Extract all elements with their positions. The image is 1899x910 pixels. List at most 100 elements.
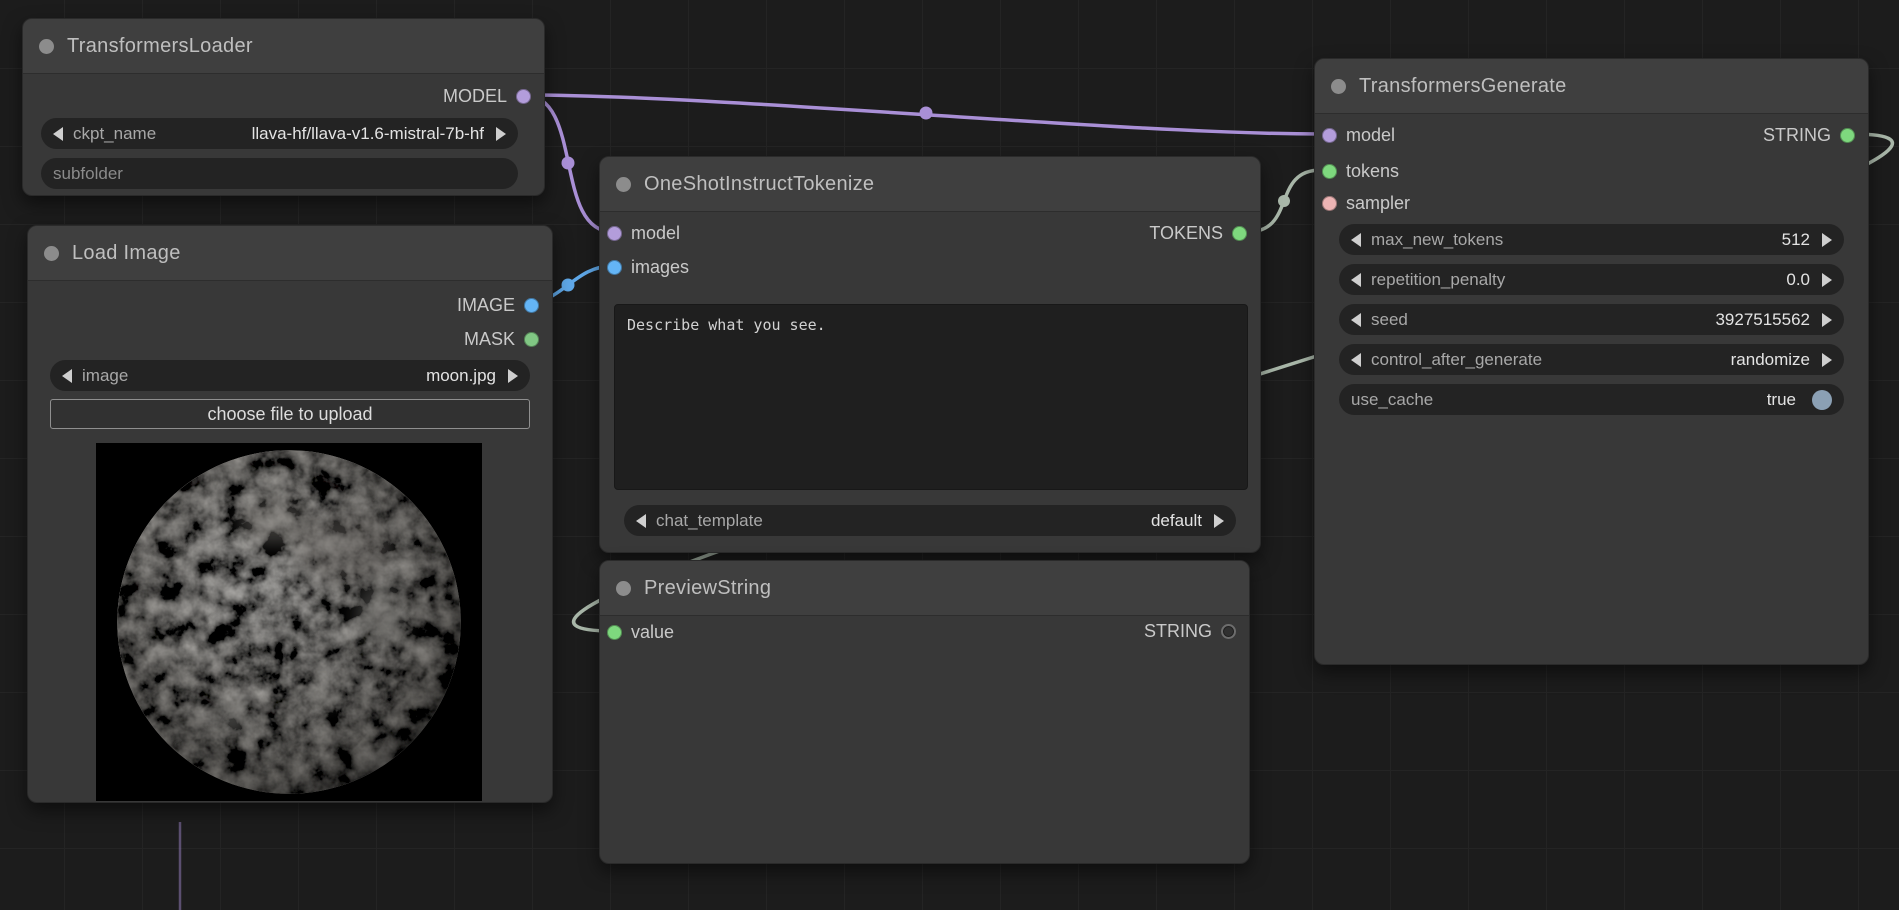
widget-label: control_after_generate [1371, 350, 1542, 370]
output-slot-label: STRING [1763, 125, 1831, 146]
image-preview [96, 443, 482, 801]
tokens-output-port-icon[interactable] [1232, 226, 1247, 241]
widget-control-after-generate[interactable]: control_after_generate randomize [1339, 344, 1844, 375]
number-decrement-icon[interactable] [1351, 273, 1361, 287]
widget-label: ckpt_name [73, 124, 156, 144]
tokens-input-port-icon[interactable] [1322, 164, 1337, 179]
model-output-port-icon[interactable] [516, 89, 531, 104]
node-graph-canvas[interactable]: TransformersLoader MODEL ckpt_name llava… [0, 0, 1899, 910]
widget-value: 512 [1782, 230, 1810, 250]
combo-right-arrow-icon[interactable] [1822, 353, 1832, 367]
mask-output-port-icon[interactable] [524, 332, 539, 347]
prompt-textarea[interactable]: Describe what you see. [614, 304, 1248, 490]
images-input-port-icon[interactable] [607, 260, 622, 275]
widget-label: image [82, 366, 128, 386]
input-slot-images[interactable]: images [607, 256, 689, 278]
output-slot-string[interactable]: STRING [1763, 124, 1855, 146]
string-output-port-icon[interactable] [1221, 624, 1236, 639]
node-transformers-loader[interactable]: TransformersLoader MODEL ckpt_name llava… [22, 18, 545, 196]
output-slot-string[interactable]: STRING [1144, 620, 1236, 642]
widget-subfolder[interactable]: subfolder [41, 158, 518, 189]
input-slot-label: value [631, 622, 674, 643]
input-slot-model[interactable]: model [607, 222, 680, 244]
widget-ckpt-name[interactable]: ckpt_name llava-hf/llava-v1.6-mistral-7b… [41, 118, 518, 149]
output-slot-model[interactable]: MODEL [443, 85, 531, 107]
node-title: OneShotInstructTokenize [644, 173, 874, 196]
widget-repetition-penalty[interactable]: repetition_penalty 0.0 [1339, 264, 1844, 295]
value-input-port-icon[interactable] [607, 625, 622, 640]
node-title-bar[interactable]: Load Image [28, 226, 552, 281]
widget-seed[interactable]: seed 3927515562 [1339, 304, 1844, 335]
widget-value: 3927515562 [1715, 310, 1810, 330]
number-increment-icon[interactable] [1822, 233, 1832, 247]
collapse-dot-icon[interactable] [616, 177, 631, 192]
widget-value: 0.0 [1786, 270, 1810, 290]
widget-value: randomize [1731, 350, 1810, 370]
combo-left-arrow-icon[interactable] [53, 127, 63, 141]
input-slot-tokens[interactable]: tokens [1322, 160, 1399, 182]
image-output-port-icon[interactable] [524, 298, 539, 313]
combo-left-arrow-icon[interactable] [636, 514, 646, 528]
node-title-bar[interactable]: TransformersGenerate [1315, 59, 1868, 114]
string-output-port-icon[interactable] [1840, 128, 1855, 143]
combo-left-arrow-icon[interactable] [62, 369, 72, 383]
widget-use-cache[interactable]: use_cache true [1339, 384, 1844, 415]
node-preview-string[interactable]: PreviewString value STRING [599, 560, 1250, 864]
combo-right-arrow-icon[interactable] [496, 127, 506, 141]
widget-value: moon.jpg [426, 366, 496, 386]
number-increment-icon[interactable] [1822, 313, 1832, 327]
widget-label: use_cache [1351, 390, 1433, 410]
choose-file-button[interactable]: choose file to upload [50, 399, 530, 429]
widget-label: subfolder [53, 164, 123, 184]
output-slot-label: MASK [464, 329, 515, 350]
collapse-dot-icon[interactable] [39, 39, 54, 54]
input-slot-label: model [1346, 125, 1395, 146]
widget-value: true [1767, 390, 1796, 410]
widget-value: default [1151, 511, 1202, 531]
node-load-image[interactable]: Load Image IMAGE MASK image moon.jpg cho… [27, 225, 553, 803]
combo-right-arrow-icon[interactable] [1214, 514, 1224, 528]
number-decrement-icon[interactable] [1351, 233, 1361, 247]
number-increment-icon[interactable] [1822, 273, 1832, 287]
output-slot-tokens[interactable]: TOKENS [1149, 222, 1247, 244]
link-midpoint-dot[interactable] [562, 157, 575, 170]
input-slot-label: model [631, 223, 680, 244]
link-midpoint-dot[interactable] [562, 279, 575, 292]
combo-right-arrow-icon[interactable] [508, 369, 518, 383]
input-slot-sampler[interactable]: sampler [1322, 192, 1410, 214]
combo-left-arrow-icon[interactable] [1351, 353, 1361, 367]
node-title: TransformersLoader [67, 35, 253, 58]
widget-label: chat_template [656, 511, 763, 531]
output-slot-mask[interactable]: MASK [464, 328, 539, 350]
widget-image-select[interactable]: image moon.jpg [50, 360, 530, 391]
link-midpoint-dot[interactable] [1278, 195, 1290, 207]
widget-label: max_new_tokens [1371, 230, 1503, 250]
node-title-bar[interactable]: OneShotInstructTokenize [600, 157, 1260, 212]
moon-image [96, 443, 482, 801]
output-slot-label: MODEL [443, 86, 507, 107]
collapse-dot-icon[interactable] [616, 581, 631, 596]
collapse-dot-icon[interactable] [44, 246, 59, 261]
input-slot-label: tokens [1346, 161, 1399, 182]
input-slot-value[interactable]: value [607, 621, 674, 643]
node-transformers-generate[interactable]: TransformersGenerate model tokens sample… [1314, 58, 1869, 665]
collapse-dot-icon[interactable] [1331, 79, 1346, 94]
node-title-bar[interactable]: PreviewString [600, 561, 1249, 616]
input-slot-model[interactable]: model [1322, 124, 1395, 146]
output-slot-label: IMAGE [457, 295, 515, 316]
sampler-input-port-icon[interactable] [1322, 196, 1337, 211]
node-oneshot-instruct-tokenize[interactable]: OneShotInstructTokenize model images TOK… [599, 156, 1261, 553]
widget-max-new-tokens[interactable]: max_new_tokens 512 [1339, 224, 1844, 255]
node-title-bar[interactable]: TransformersLoader [23, 19, 544, 74]
number-decrement-icon[interactable] [1351, 313, 1361, 327]
input-slot-label: sampler [1346, 193, 1410, 214]
output-slot-image[interactable]: IMAGE [457, 294, 539, 316]
boolean-toggle-icon[interactable] [1812, 390, 1832, 410]
model-input-port-icon[interactable] [1322, 128, 1337, 143]
widget-label: repetition_penalty [1371, 270, 1505, 290]
model-input-port-icon[interactable] [607, 226, 622, 241]
node-title: Load Image [72, 242, 181, 265]
node-title: TransformersGenerate [1359, 75, 1567, 98]
link-midpoint-dot[interactable] [920, 107, 933, 120]
widget-chat-template[interactable]: chat_template default [624, 505, 1236, 536]
